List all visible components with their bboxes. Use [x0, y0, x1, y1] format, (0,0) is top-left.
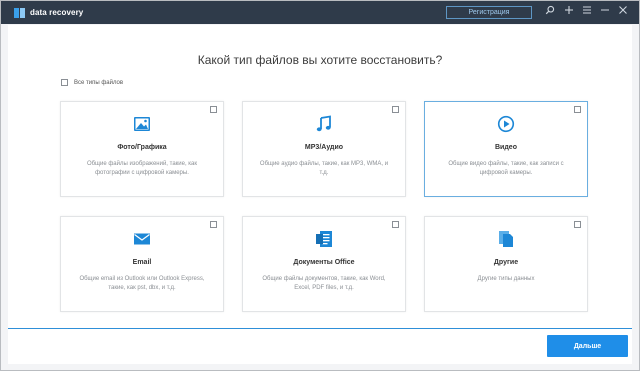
footer-bar: Дальше — [8, 329, 632, 364]
close-icon[interactable] — [616, 5, 630, 19]
app-window: data recovery Регистрация Какой тип файл… — [0, 0, 640, 371]
card-description: Общие email из Outlook или Outlook Expre… — [79, 276, 205, 291]
all-file-types-checkbox[interactable] — [61, 79, 68, 86]
register-button[interactable]: Регистрация — [446, 6, 532, 19]
card-audio[interactable]: MP3/Аудио Общие аудио файлы, такие, как … — [242, 101, 406, 197]
card-description: Другие типы данных — [477, 276, 535, 282]
card-title: Email — [132, 259, 152, 266]
email-icon — [61, 230, 223, 248]
card-checkbox[interactable] — [574, 106, 581, 113]
card-checkbox[interactable] — [392, 221, 399, 228]
card-title: Фото/Графика — [117, 144, 167, 151]
title-bar: data recovery Регистрация — [1, 1, 639, 24]
card-title: Видео — [495, 144, 517, 151]
photo-icon — [61, 115, 223, 133]
card-office-documents[interactable]: Документы Office Общие файлы документов,… — [242, 216, 406, 312]
file-type-panel: Какой тип файлов вы хотите восстановить?… — [8, 25, 632, 328]
app-name: data recovery — [30, 8, 84, 17]
search-icon[interactable] — [543, 5, 557, 19]
card-description: Общие видео файлы, такие, как записи с ц… — [448, 161, 564, 176]
menu-icon[interactable] — [580, 5, 594, 19]
minimize-icon[interactable] — [598, 5, 612, 19]
all-file-types-label: Все типы файлов — [74, 79, 124, 86]
logo-icon — [14, 7, 25, 18]
card-photo[interactable]: Фото/Графика Общие файлы изображений, та… — [60, 101, 224, 197]
page-title: Какой тип файлов вы хотите восстановить? — [197, 53, 443, 67]
document-icon — [243, 230, 405, 248]
all-file-types-option[interactable]: Все типы файлов — [61, 79, 123, 86]
card-description: Общие файлы изображений, такие, как фото… — [86, 161, 198, 176]
card-other[interactable]: Другие Другие типы данных — [424, 216, 588, 312]
music-icon — [243, 115, 405, 133]
card-title: Другие — [493, 259, 519, 266]
card-description: Общие файлы документов, такие, как Word,… — [262, 276, 386, 291]
app-logo: data recovery — [14, 7, 84, 18]
card-checkbox[interactable] — [574, 221, 581, 228]
card-title: MP3/Аудио — [304, 144, 344, 151]
card-email[interactable]: Email Общие email из Outlook или Outlook… — [60, 216, 224, 312]
card-description: Общие аудио файлы, такие, как MP3, WMA, … — [259, 161, 389, 176]
video-icon — [425, 115, 587, 133]
files-icon — [425, 230, 587, 248]
next-button[interactable]: Дальше — [547, 335, 628, 357]
card-checkbox[interactable] — [210, 106, 217, 113]
card-checkbox[interactable] — [210, 221, 217, 228]
card-video[interactable]: Видео Общие видео файлы, такие, как запи… — [424, 101, 588, 197]
plus-icon[interactable] — [562, 5, 576, 19]
card-checkbox[interactable] — [392, 106, 399, 113]
card-title: Документы Office — [293, 259, 355, 266]
